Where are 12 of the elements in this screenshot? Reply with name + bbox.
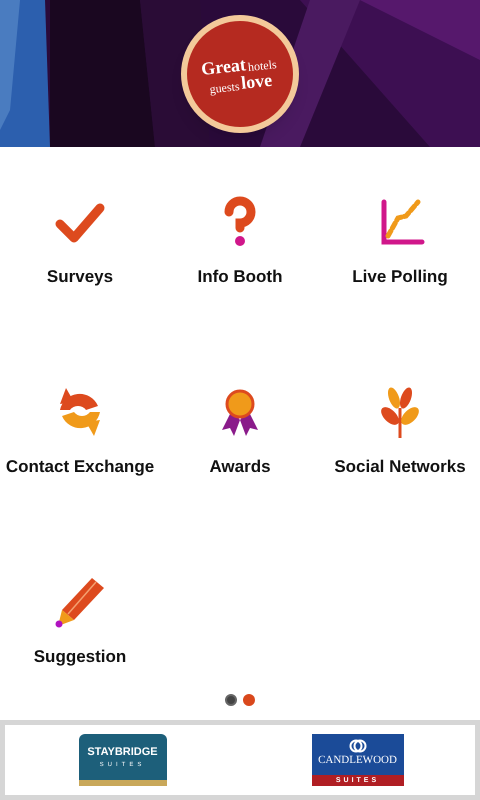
tile-label[interactable]: Live Polling — [352, 264, 448, 290]
tile-label[interactable]: Social Networks — [334, 454, 466, 480]
sponsor-name: CANDLEWOOD — [318, 755, 397, 766]
sponsor-name: STAYBRIDGE — [87, 746, 158, 758]
tile-label[interactable]: Info Booth — [198, 264, 282, 290]
logo-text: hotels — [248, 58, 278, 73]
tile-label[interactable]: Suggestion — [34, 644, 126, 670]
tile-label[interactable]: Awards — [209, 454, 271, 480]
tile-label[interactable]: Contact Exchange — [6, 454, 154, 480]
tile-label[interactable]: Surveys — [46, 264, 114, 290]
rings-icon — [348, 739, 366, 753]
logo-text: guests — [209, 80, 240, 95]
